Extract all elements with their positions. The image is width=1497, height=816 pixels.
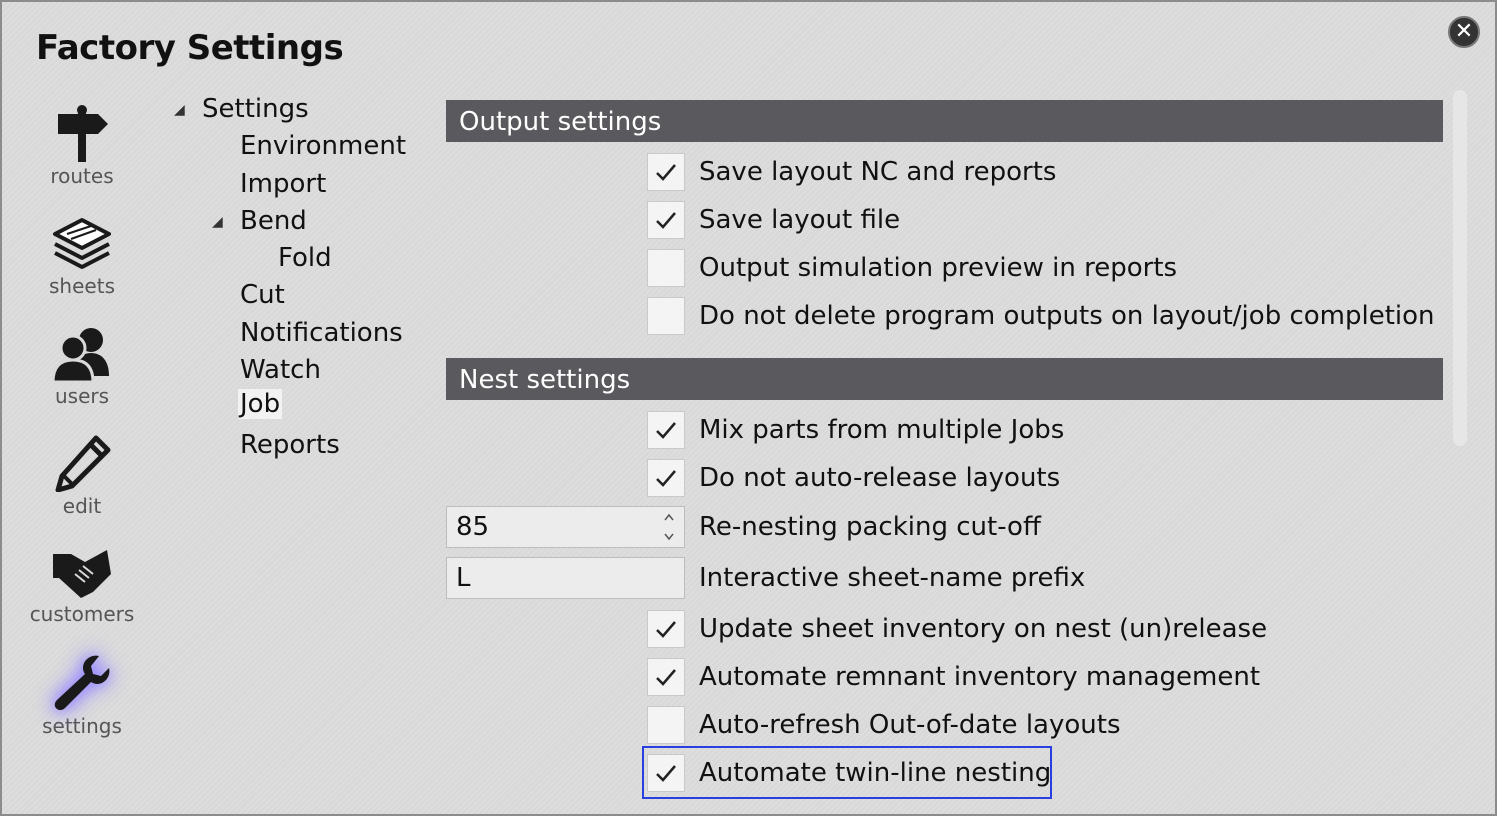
update-inventory-label: Update sheet inventory on nest (un)relea…: [699, 614, 1268, 644]
save-layout-file-checkbox[interactable]: [647, 201, 685, 239]
checkmark-icon: [656, 621, 676, 638]
nav-label-routes: routes: [50, 164, 114, 188]
wrench-icon: [54, 655, 110, 711]
window-title: Factory Settings: [36, 28, 344, 68]
output-settings-header: Output settings: [446, 100, 1443, 142]
signpost-icon: [58, 105, 108, 162]
no-auto-release-label: Do not auto-release layouts: [699, 463, 1061, 493]
no-delete-outputs-checkbox[interactable]: [647, 297, 685, 335]
remnant-inventory-label: Automate remnant inventory management: [699, 662, 1261, 692]
save-layout-file-option[interactable]: Save layout file: [647, 200, 900, 240]
no-delete-outputs-label: Do not delete program outputs on layout/…: [699, 301, 1435, 331]
checkmark-icon: [656, 212, 676, 229]
sheet-prefix-input[interactable]: L: [446, 557, 685, 599]
nav-label-users: users: [54, 384, 110, 408]
auto-refresh-option[interactable]: Auto-refresh Out-of-date layouts: [647, 705, 1120, 745]
nav-users[interactable]: users: [22, 324, 142, 408]
save-nc-reports-checkbox[interactable]: [647, 153, 685, 191]
checkmark-icon: [656, 470, 676, 487]
nav-label-sheets: sheets: [49, 274, 115, 298]
nav-label-settings: settings: [42, 714, 122, 738]
tree-item-job[interactable]: Job: [238, 389, 283, 419]
tree-item-watch[interactable]: Watch: [240, 355, 321, 385]
focus-outline: [642, 746, 1052, 799]
tree-item-reports[interactable]: Reports: [240, 430, 340, 460]
mix-parts-label: Mix parts from multiple Jobs: [699, 415, 1065, 445]
sheets-stack-icon: [53, 218, 111, 269]
checkmark-icon: [656, 422, 676, 439]
nest-settings-header: Nest settings: [446, 358, 1443, 400]
no-auto-release-option[interactable]: Do not auto-release layouts: [647, 458, 1060, 498]
tree-item-environment[interactable]: Environment: [240, 131, 406, 161]
sheet-prefix-row: L Interactive sheet-name prefix: [446, 557, 1085, 599]
mix-parts-checkbox[interactable]: [647, 411, 685, 449]
auto-refresh-checkbox[interactable]: [647, 706, 685, 744]
tree-item-settings[interactable]: Settings: [202, 94, 309, 124]
save-nc-reports-option[interactable]: Save layout NC and reports: [647, 152, 1056, 192]
no-auto-release-checkbox[interactable]: [647, 459, 685, 497]
mix-parts-option[interactable]: Mix parts from multiple Jobs: [647, 410, 1064, 450]
vertical-scrollbar[interactable]: [1453, 90, 1467, 446]
packing-cutoff-label: Re-nesting packing cut-off: [699, 512, 1041, 542]
remnant-inventory-option[interactable]: Automate remnant inventory management: [647, 657, 1260, 697]
checkmark-icon: [656, 669, 676, 686]
tree-item-cut[interactable]: Cut: [240, 280, 285, 310]
checkmark-icon: [656, 164, 676, 181]
nav-settings[interactable]: settings: [22, 652, 142, 738]
tree-expand-icon[interactable]: ◢: [174, 102, 185, 118]
tree-expand-icon[interactable]: ◢: [212, 214, 223, 230]
packing-cutoff-input[interactable]: 85: [446, 506, 685, 548]
auto-refresh-label: Auto-refresh Out-of-date layouts: [699, 710, 1121, 740]
packing-cutoff-value: 85: [456, 512, 490, 542]
sheet-prefix-label: Interactive sheet-name prefix: [699, 563, 1086, 593]
simulation-preview-checkbox[interactable]: [647, 249, 685, 287]
tree-item-notifications[interactable]: Notifications: [240, 318, 403, 348]
update-inventory-option[interactable]: Update sheet inventory on nest (un)relea…: [647, 609, 1267, 649]
tree-item-import[interactable]: Import: [240, 169, 326, 199]
simulation-preview-label: Output simulation preview in reports: [699, 253, 1178, 283]
nav-routes[interactable]: routes: [22, 102, 142, 188]
factory-settings-window: Factory Settings ✕ routes sheets users e…: [0, 0, 1497, 816]
packing-cutoff-row: 85 Re-nesting packing cut-off: [446, 506, 1041, 548]
no-delete-outputs-option[interactable]: Do not delete program outputs on layout/…: [647, 296, 1435, 336]
nav-label-customers: customers: [29, 602, 135, 626]
remnant-inventory-checkbox[interactable]: [647, 658, 685, 696]
handshake-icon: [53, 550, 111, 598]
close-icon[interactable]: ✕: [1448, 16, 1480, 48]
save-nc-reports-label: Save layout NC and reports: [699, 157, 1057, 187]
update-inventory-checkbox[interactable]: [647, 610, 685, 648]
nav-sheets[interactable]: sheets: [22, 216, 142, 298]
sheet-prefix-value: L: [456, 563, 471, 593]
spinner-arrows-icon[interactable]: [662, 510, 676, 544]
pencil-icon: [55, 435, 111, 492]
users-icon: [51, 328, 109, 382]
nav-edit[interactable]: edit: [22, 434, 142, 518]
tree-item-bend[interactable]: Bend: [240, 206, 307, 236]
nav-label-edit: edit: [62, 494, 102, 518]
simulation-preview-option[interactable]: Output simulation preview in reports: [647, 248, 1177, 288]
save-layout-file-label: Save layout file: [699, 205, 901, 235]
nav-customers[interactable]: customers: [22, 544, 142, 626]
tree-item-fold[interactable]: Fold: [278, 243, 332, 273]
